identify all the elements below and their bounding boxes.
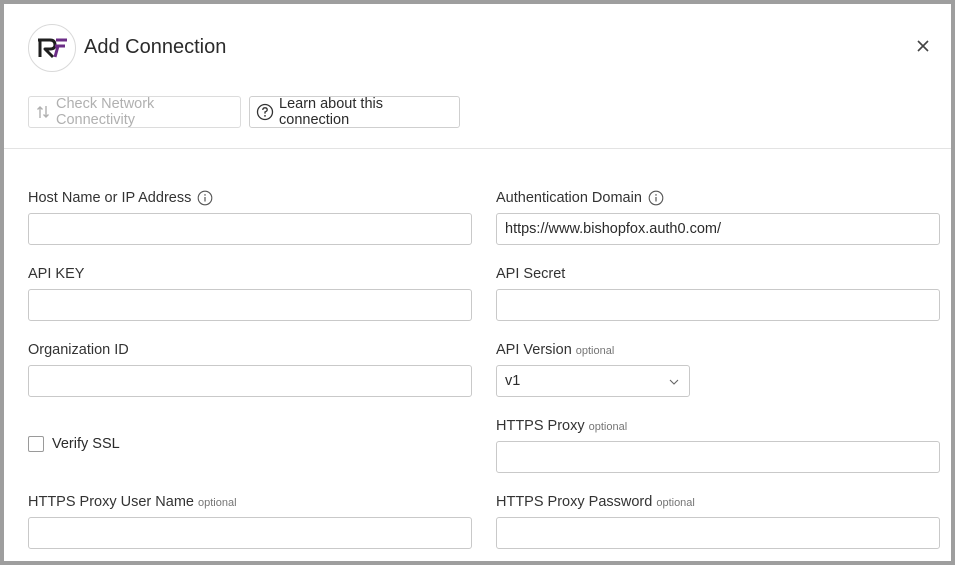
api-key-label: API KEY [28, 266, 85, 282]
auth-domain-label-text: Authentication Domain [496, 190, 642, 206]
optional-tag: optional [588, 421, 628, 433]
verify-ssl-checkbox[interactable] [28, 436, 44, 452]
api-version-value: v1 [505, 373, 521, 389]
host-input[interactable] [28, 213, 472, 245]
proxy-user-label: HTTPS Proxy User Name optional [28, 494, 237, 510]
dialog-title: Add Connection [84, 36, 227, 58]
brand-logo-icon [28, 24, 76, 72]
auth-domain-label: Authentication Domain [496, 190, 664, 206]
learn-about-connection-button[interactable]: Learn about this connection [249, 96, 460, 128]
api-key-input[interactable] [28, 289, 472, 321]
api-version-select[interactable]: v1 [496, 365, 690, 397]
close-icon[interactable] [915, 38, 931, 54]
api-version-label: API Version optional [496, 342, 614, 358]
https-proxy-label-text: HTTPS Proxy [496, 418, 585, 434]
info-icon[interactable] [648, 190, 664, 206]
optional-tag: optional [656, 497, 695, 509]
help-circle-icon [256, 103, 274, 121]
proxy-password-label: HTTPS Proxy Password optional [496, 494, 695, 510]
api-secret-label: API Secret [496, 266, 566, 282]
org-id-input[interactable] [28, 365, 472, 397]
host-label: Host Name or IP Address [28, 190, 213, 206]
info-icon[interactable] [197, 190, 213, 206]
auth-domain-input[interactable] [496, 213, 940, 245]
optional-tag: optional [575, 345, 615, 357]
proxy-password-input[interactable] [496, 517, 940, 549]
add-connection-dialog: Add Connection Check Network Connectivit… [4, 4, 951, 561]
host-label-text: Host Name or IP Address [28, 190, 192, 206]
verify-ssl-label: Verify SSL [52, 436, 120, 452]
api-version-label-text: API Version [496, 342, 572, 358]
learn-about-connection-label: Learn about this connection [279, 96, 383, 128]
check-network-label: Check Network Connectivity [56, 96, 155, 128]
dialog-header: Add Connection Check Network Connectivit… [4, 4, 951, 149]
org-id-label: Organization ID [28, 342, 129, 358]
proxy-user-label-text: HTTPS Proxy User Name [28, 494, 194, 510]
proxy-password-label-text: HTTPS Proxy Password [496, 494, 653, 510]
network-test-icon [35, 104, 51, 120]
https-proxy-label: HTTPS Proxy optional [496, 418, 627, 434]
proxy-user-input[interactable] [28, 517, 472, 549]
check-network-button[interactable]: Check Network Connectivity [28, 96, 241, 128]
optional-tag: optional [197, 497, 237, 509]
verify-ssl-row[interactable]: Verify SSL [28, 436, 120, 452]
api-secret-input[interactable] [496, 289, 940, 321]
chevron-down-icon [669, 373, 679, 389]
https-proxy-input[interactable] [496, 441, 940, 473]
